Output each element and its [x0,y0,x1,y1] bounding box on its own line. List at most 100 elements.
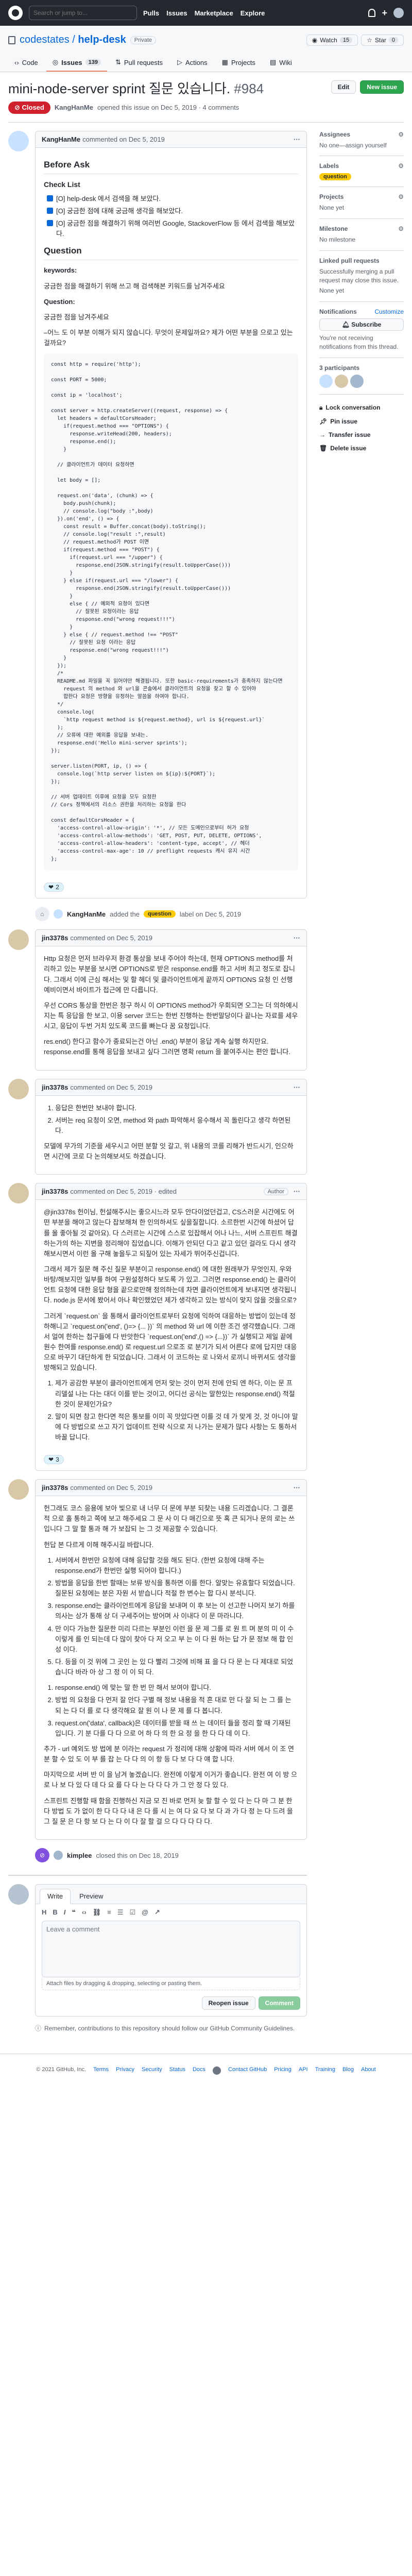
comment-author[interactable]: jin3378s [42,1188,68,1195]
subscribe-button[interactable]: 🔔︎ Subscribe [319,318,404,331]
assignees-text[interactable]: No one—assign yourself [319,141,404,150]
participant-avatar[interactable] [335,374,348,388]
comment-author[interactable]: jin3378s [42,1083,68,1091]
commenter-avatar[interactable] [8,1183,29,1204]
user-avatar[interactable] [393,8,404,18]
comment-timestamp[interactable]: commented on Dec 5, 2019 [82,135,165,143]
nav-issues[interactable]: Issues [166,9,187,17]
heading-icon[interactable]: H [42,1908,46,1917]
kebab-menu-icon[interactable]: ··· [294,934,300,942]
event-author[interactable]: kimplee [67,1852,92,1859]
label-question[interactable]: question [319,173,351,181]
attach-files-hint[interactable]: Attach files by dragging & dropping, sel… [42,1977,300,1990]
reopen-issue-button[interactable]: Reopen issue [201,1996,255,2010]
participant-avatar[interactable] [319,374,333,388]
comment-timestamp[interactable]: commented on Dec 5, 2019 [70,1083,152,1091]
customize-link[interactable]: Customize [374,308,404,315]
footer-link-about[interactable]: About [361,2066,376,2075]
footer-link-training[interactable]: Training [315,2066,335,2075]
commenter-avatar[interactable] [8,1078,29,1099]
notifications-title: Notifications [319,308,357,316]
footer-github-logo-icon[interactable] [213,2066,221,2075]
lock-conversation-action[interactable]: 🔒︎ Lock conversation [319,401,404,415]
transfer-issue-action[interactable]: → Transfer issue [319,428,404,442]
tasklist-icon[interactable]: ☑ [129,1908,135,1917]
nav-marketplace[interactable]: Marketplace [195,9,233,17]
reaction-heart[interactable]: ❤ 2 [44,883,64,892]
search-input[interactable] [29,6,137,20]
issue-author-link[interactable]: KangHanMe [55,104,93,111]
create-new-plus-icon[interactable]: + [382,8,387,19]
tab-actions[interactable]: ▷ Actions [171,54,214,72]
italic-icon[interactable]: I [64,1908,66,1917]
kebab-menu-icon[interactable]: ··· [294,1188,300,1195]
checklist: [O] help-desk 에서 검색을 해 보았다. [O] 궁금한 점에 대… [47,194,298,240]
reaction-heart[interactable]: ❤ 3 [44,1455,64,1465]
gear-icon[interactable]: ⚙ [398,193,404,200]
comment-timestamp[interactable]: commented on Dec 5, 2019 [70,1484,152,1492]
footer-link-contact[interactable]: Contact GitHub [228,2066,267,2075]
nav-pulls[interactable]: Pulls [143,9,159,17]
footer-link-status[interactable]: Status [169,2066,185,2075]
commenter-avatar[interactable] [8,1479,29,1500]
comment-author[interactable]: KangHanMe [42,135,80,143]
tab-issues[interactable]: ◎ Issues 139 [46,54,107,72]
tab-code[interactable]: ‹› Code [8,54,44,72]
repo-owner-link[interactable]: codestates [20,34,70,45]
bold-icon[interactable]: B [53,1908,57,1917]
notifications-bell-icon[interactable] [368,9,376,17]
pin-issue-action[interactable]: 📌︎ Pin issue [319,415,404,428]
commenter-avatar[interactable] [8,130,29,151]
footer-link-privacy[interactable]: Privacy [116,2066,134,2075]
tab-write[interactable]: Write [40,1889,71,1904]
repo-separator: / [72,34,78,45]
repo-name-link[interactable]: help-desk [78,34,126,45]
footer-link-pricing[interactable]: Pricing [274,2066,291,2075]
commenter-avatar[interactable] [8,929,29,951]
comment-author[interactable]: jin3378s [42,1484,68,1492]
event-avatar[interactable] [54,909,63,919]
gear-icon[interactable]: ⚙ [398,225,404,232]
participants-title: 3 participants [319,364,360,371]
tab-pull-requests[interactable]: ⇅ Pull requests [109,54,169,72]
new-issue-button[interactable]: New issue [360,80,404,94]
footer-link-docs[interactable]: Docs [193,2066,205,2075]
label-question[interactable]: question [143,910,176,918]
footer-link-terms[interactable]: Terms [93,2066,109,2075]
code-icon[interactable]: ‹› [82,1908,87,1917]
mention-icon[interactable]: @ [142,1908,148,1917]
kebab-menu-icon[interactable]: ··· [294,1484,300,1492]
edit-title-button[interactable]: Edit [331,80,356,94]
tab-projects[interactable]: ▦ Projects [216,54,262,72]
tab-preview[interactable]: Preview [72,1889,111,1904]
cross-reference-icon[interactable]: ↗ [154,1908,160,1917]
list-unordered-icon[interactable]: ≡ [107,1908,111,1917]
list-ordered-icon[interactable]: ☰ [117,1908,124,1917]
gear-icon[interactable]: ⚙ [398,162,404,170]
code-block: const http = require('http'); const PORT… [44,353,298,871]
comment-timestamp[interactable]: commented on Dec 5, 2019 · edited [70,1188,177,1195]
footer-link-blog[interactable]: Blog [342,2066,354,2075]
delete-issue-action[interactable]: 🗑︎ Delete issue [319,442,404,455]
event-author[interactable]: KangHanMe [67,910,106,918]
nav-explore[interactable]: Explore [241,9,265,17]
gear-icon[interactable]: ⚙ [398,131,404,138]
tab-wiki[interactable]: ▤ Wiki [264,54,298,72]
comment-textarea[interactable]: Leave a comment [42,1921,300,1977]
quote-icon[interactable]: ❝ [72,1908,76,1917]
event-avatar[interactable] [54,1851,63,1860]
star-button[interactable]: ☆ Star 0 [361,34,404,46]
github-logo-icon[interactable] [8,6,23,20]
watch-button[interactable]: ◉ Watch 15 [306,34,358,46]
comment-submit-button[interactable]: Comment [258,1996,300,2010]
kebab-menu-icon[interactable]: ··· [294,1083,300,1091]
comment-body: 응답은 한번만 보내야 합니다. 서버는 req 요청이 오면, method … [36,1096,306,1175]
link-icon[interactable]: ⛓ [93,1908,101,1917]
comment-timestamp[interactable]: commented on Dec 5, 2019 [70,934,152,942]
footer-link-security[interactable]: Security [142,2066,162,2075]
participant-avatar[interactable] [350,374,364,388]
comment-author[interactable]: jin3378s [42,934,68,942]
kebab-menu-icon[interactable]: ··· [294,135,300,143]
current-user-avatar[interactable] [8,1884,29,1905]
footer-link-api[interactable]: API [299,2066,308,2075]
